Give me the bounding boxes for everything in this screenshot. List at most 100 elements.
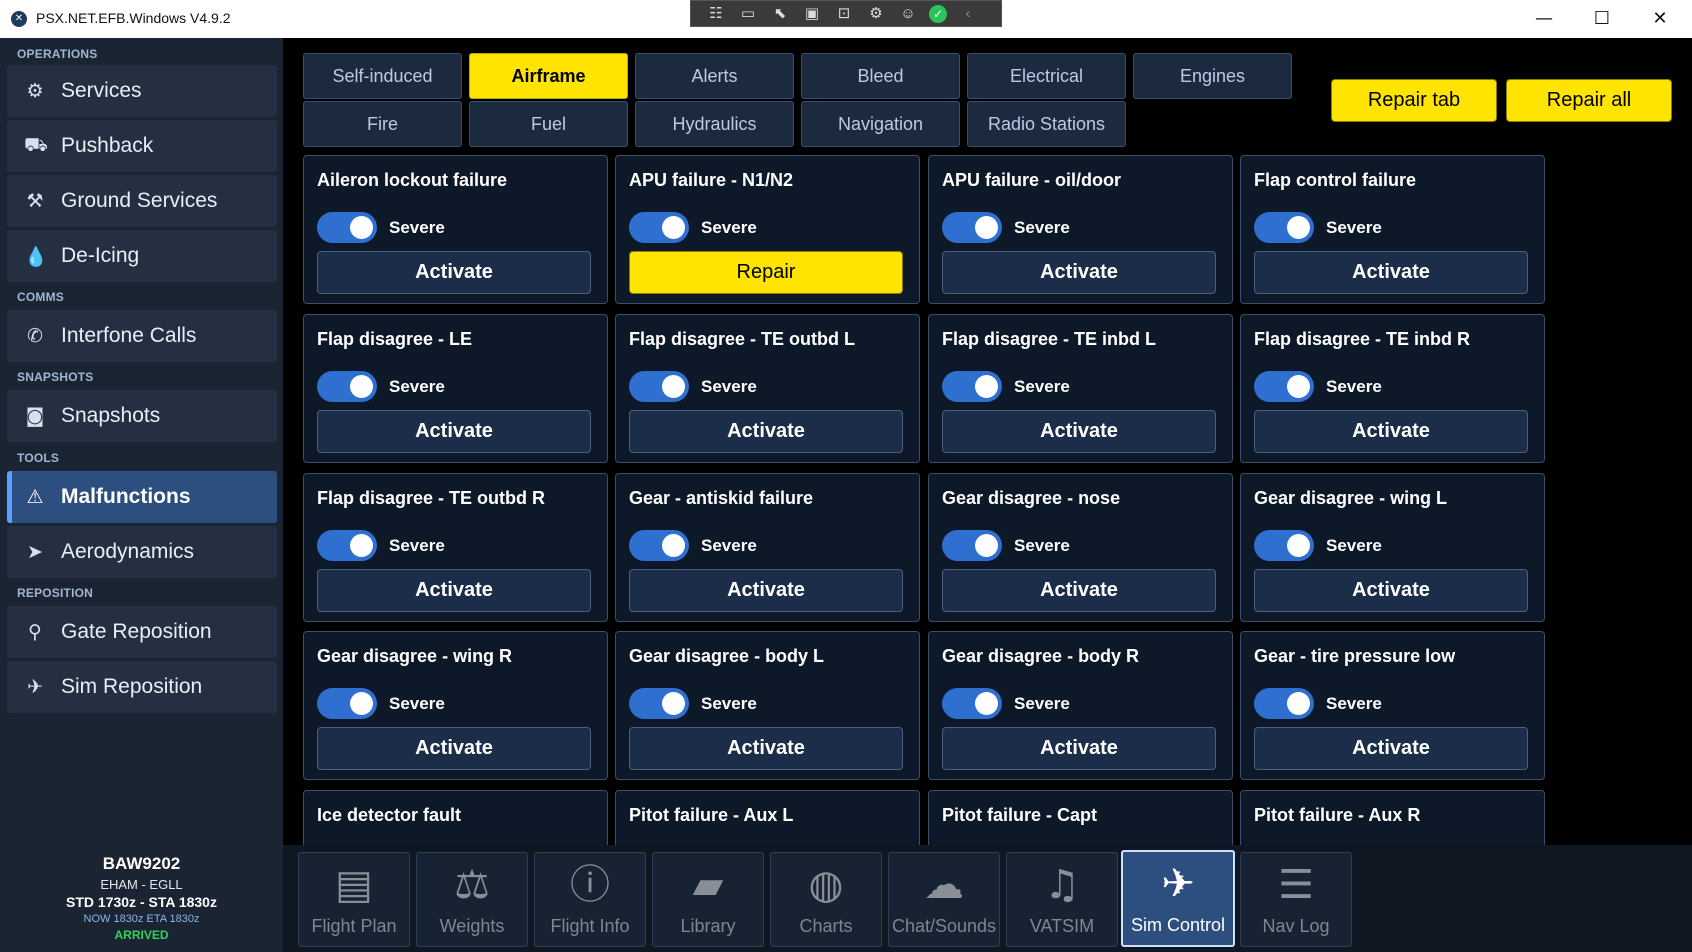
sidebar-item-sim-reposition[interactable]: ✈ Sim Reposition [7, 661, 277, 713]
severe-toggle[interactable] [629, 212, 689, 243]
screen-select-icon[interactable]: ⊡ [833, 4, 855, 24]
chevron-left-icon[interactable]: ‹ [957, 4, 979, 24]
dock-weights[interactable]: ⚖ Weights [416, 852, 528, 947]
severe-label: Severe [1014, 694, 1070, 713]
close-button[interactable]: ✕ [1631, 0, 1689, 38]
tab-alerts[interactable]: Alerts [635, 53, 794, 99]
malfunction-title: Flap disagree - TE inbd R [1254, 329, 1471, 349]
severe-toggle[interactable] [942, 212, 1002, 243]
tab-navigation[interactable]: Navigation [801, 101, 960, 147]
malfunction-card: Gear disagree - nose Severe Activate [928, 473, 1233, 622]
sidebar-item-pushback[interactable]: ⛟ Pushback [7, 120, 277, 172]
tab-bleed[interactable]: Bleed [801, 53, 960, 99]
tab-fuel[interactable]: Fuel [469, 101, 628, 147]
activate-button[interactable]: Activate [1254, 569, 1528, 612]
sidebar-item-gate-reposition[interactable]: ⚲ Gate Reposition [7, 606, 277, 658]
repair-button[interactable]: Repair [629, 251, 903, 294]
cursor-icon[interactable]: ⬉ [769, 4, 791, 24]
sidebar-item-malfunctions[interactable]: ⚠ Malfunctions [7, 471, 277, 523]
activate-button[interactable]: Activate [629, 410, 903, 453]
activate-button[interactable]: Activate [1254, 727, 1528, 770]
checklist-icon[interactable]: ☷ [705, 4, 727, 24]
dock-charts[interactable]: ◍ Charts [770, 852, 882, 947]
activate-button[interactable]: Activate [317, 569, 591, 612]
severe-toggle[interactable] [1254, 688, 1314, 719]
toggle-knob [350, 534, 373, 557]
severe-toggle[interactable] [629, 688, 689, 719]
activate-button[interactable]: Activate [942, 727, 1216, 770]
tab-fire[interactable]: Fire [303, 101, 462, 147]
dock-vatsim[interactable]: ♫ VATSIM [1006, 852, 1118, 947]
activate-button[interactable]: Activate [317, 251, 591, 294]
tab-airframe[interactable]: Airframe [469, 53, 628, 99]
sidebar-item-snapshots[interactable]: ◙ Snapshots [7, 390, 277, 442]
activate-button[interactable]: Activate [1254, 410, 1528, 453]
globe-icon: ◍ [808, 862, 844, 908]
malfunction-title: Aileron lockout failure [317, 170, 508, 190]
ok-check-icon[interactable]: ✓ [929, 4, 947, 23]
severe-toggle[interactable] [942, 371, 1002, 402]
sidebar-item-services[interactable]: ⚙ Services [7, 65, 277, 117]
activate-button[interactable]: Activate [317, 410, 591, 453]
severe-label: Severe [701, 218, 757, 237]
minimize-button[interactable]: — [1515, 0, 1573, 38]
sidebar-item-label: Aerodynamics [61, 540, 195, 563]
frame-icon[interactable]: ▣ [801, 4, 823, 24]
maximize-button[interactable]: ☐ [1573, 0, 1631, 38]
dock-flight-info[interactable]: ⓘ Flight Info [534, 852, 646, 947]
malfunction-card: Pitot failure - Aux RSevereActivate [1240, 790, 1545, 845]
activate-button[interactable]: Activate [629, 569, 903, 612]
severe-toggle[interactable] [942, 688, 1002, 719]
repair-all-button[interactable]: Repair all [1506, 79, 1672, 122]
sidebar-item-de-icing[interactable]: 💧 De-Icing [7, 230, 277, 282]
severe-toggle[interactable] [1254, 371, 1314, 402]
activate-button[interactable]: Activate [629, 727, 903, 770]
tab-electrical[interactable]: Electrical [967, 53, 1126, 99]
severe-toggle[interactable] [629, 371, 689, 402]
activate-button[interactable]: Activate [942, 410, 1216, 453]
dock-nav-log[interactable]: ☰ Nav Log [1240, 852, 1352, 947]
accessibility-icon[interactable]: ☺ [897, 4, 919, 24]
dock-library[interactable]: ▰ Library [652, 852, 764, 947]
repair-tab-button[interactable]: Repair tab [1331, 79, 1497, 122]
title-bar: ✕ PSX.NET.EFB.Windows V4.9.2 ☷ ▭ ⬉ ▣ ⊡ ⚙… [0, 0, 1692, 38]
chat-icon: ☁ [924, 862, 964, 908]
dock-label: Flight Plan [311, 916, 397, 936]
activate-button[interactable]: Activate [942, 569, 1216, 612]
sidebar-item-label: De-Icing [61, 244, 140, 267]
severe-toggle[interactable] [317, 212, 377, 243]
settings-wheel-icon[interactable]: ⚙ [865, 4, 887, 24]
malfunction-card: Pitot failure - CaptSevereActivate [928, 790, 1233, 845]
dock-sim-control[interactable]: ✈ Sim Control [1121, 850, 1235, 947]
toggle-knob [350, 375, 373, 398]
severe-toggle[interactable] [942, 530, 1002, 561]
tab-hydraulics[interactable]: Hydraulics [635, 101, 794, 147]
activate-button[interactable]: Activate [942, 251, 1216, 294]
malfunction-card: Gear disagree - body L Severe Activate [615, 631, 920, 780]
sidebar-item-interfone-calls[interactable]: ✆ Interfone Calls [7, 310, 277, 362]
truck-icon: ⛟ [24, 133, 48, 156]
tab-self-induced[interactable]: Self-induced [303, 53, 462, 99]
sidebar-item-ground-services[interactable]: ⚒ Ground Services [7, 175, 277, 227]
severe-toggle[interactable] [317, 371, 377, 402]
tab-radio-stations[interactable]: Radio Stations [967, 101, 1126, 147]
malfunction-card: Gear - tire pressure low Severe Activate [1240, 631, 1545, 780]
tab-engines[interactable]: Engines [1133, 53, 1292, 99]
malfunction-card: Pitot failure - Aux LSevereActivate [615, 790, 920, 845]
severe-toggle[interactable] [1254, 530, 1314, 561]
severe-toggle[interactable] [317, 688, 377, 719]
video-icon[interactable]: ▭ [737, 4, 759, 24]
dock-flight-plan[interactable]: ▤ Flight Plan [298, 852, 410, 947]
severe-label: Severe [389, 218, 445, 237]
sidebar-item-aerodynamics[interactable]: ➤ Aerodynamics [7, 526, 277, 578]
floating-toolbar: ☷ ▭ ⬉ ▣ ⊡ ⚙ ☺ ✓ ‹ [690, 0, 1002, 27]
activate-button[interactable]: Activate [1254, 251, 1528, 294]
severe-label: Severe [701, 536, 757, 555]
dock-chat-sounds[interactable]: ☁ Chat/Sounds [888, 852, 1000, 947]
severe-label: Severe [701, 377, 757, 396]
activate-button[interactable]: Activate [317, 727, 591, 770]
severe-toggle[interactable] [1254, 212, 1314, 243]
severe-toggle[interactable] [629, 530, 689, 561]
severe-toggle[interactable] [317, 530, 377, 561]
sidebar-item-label: Services [61, 79, 142, 102]
